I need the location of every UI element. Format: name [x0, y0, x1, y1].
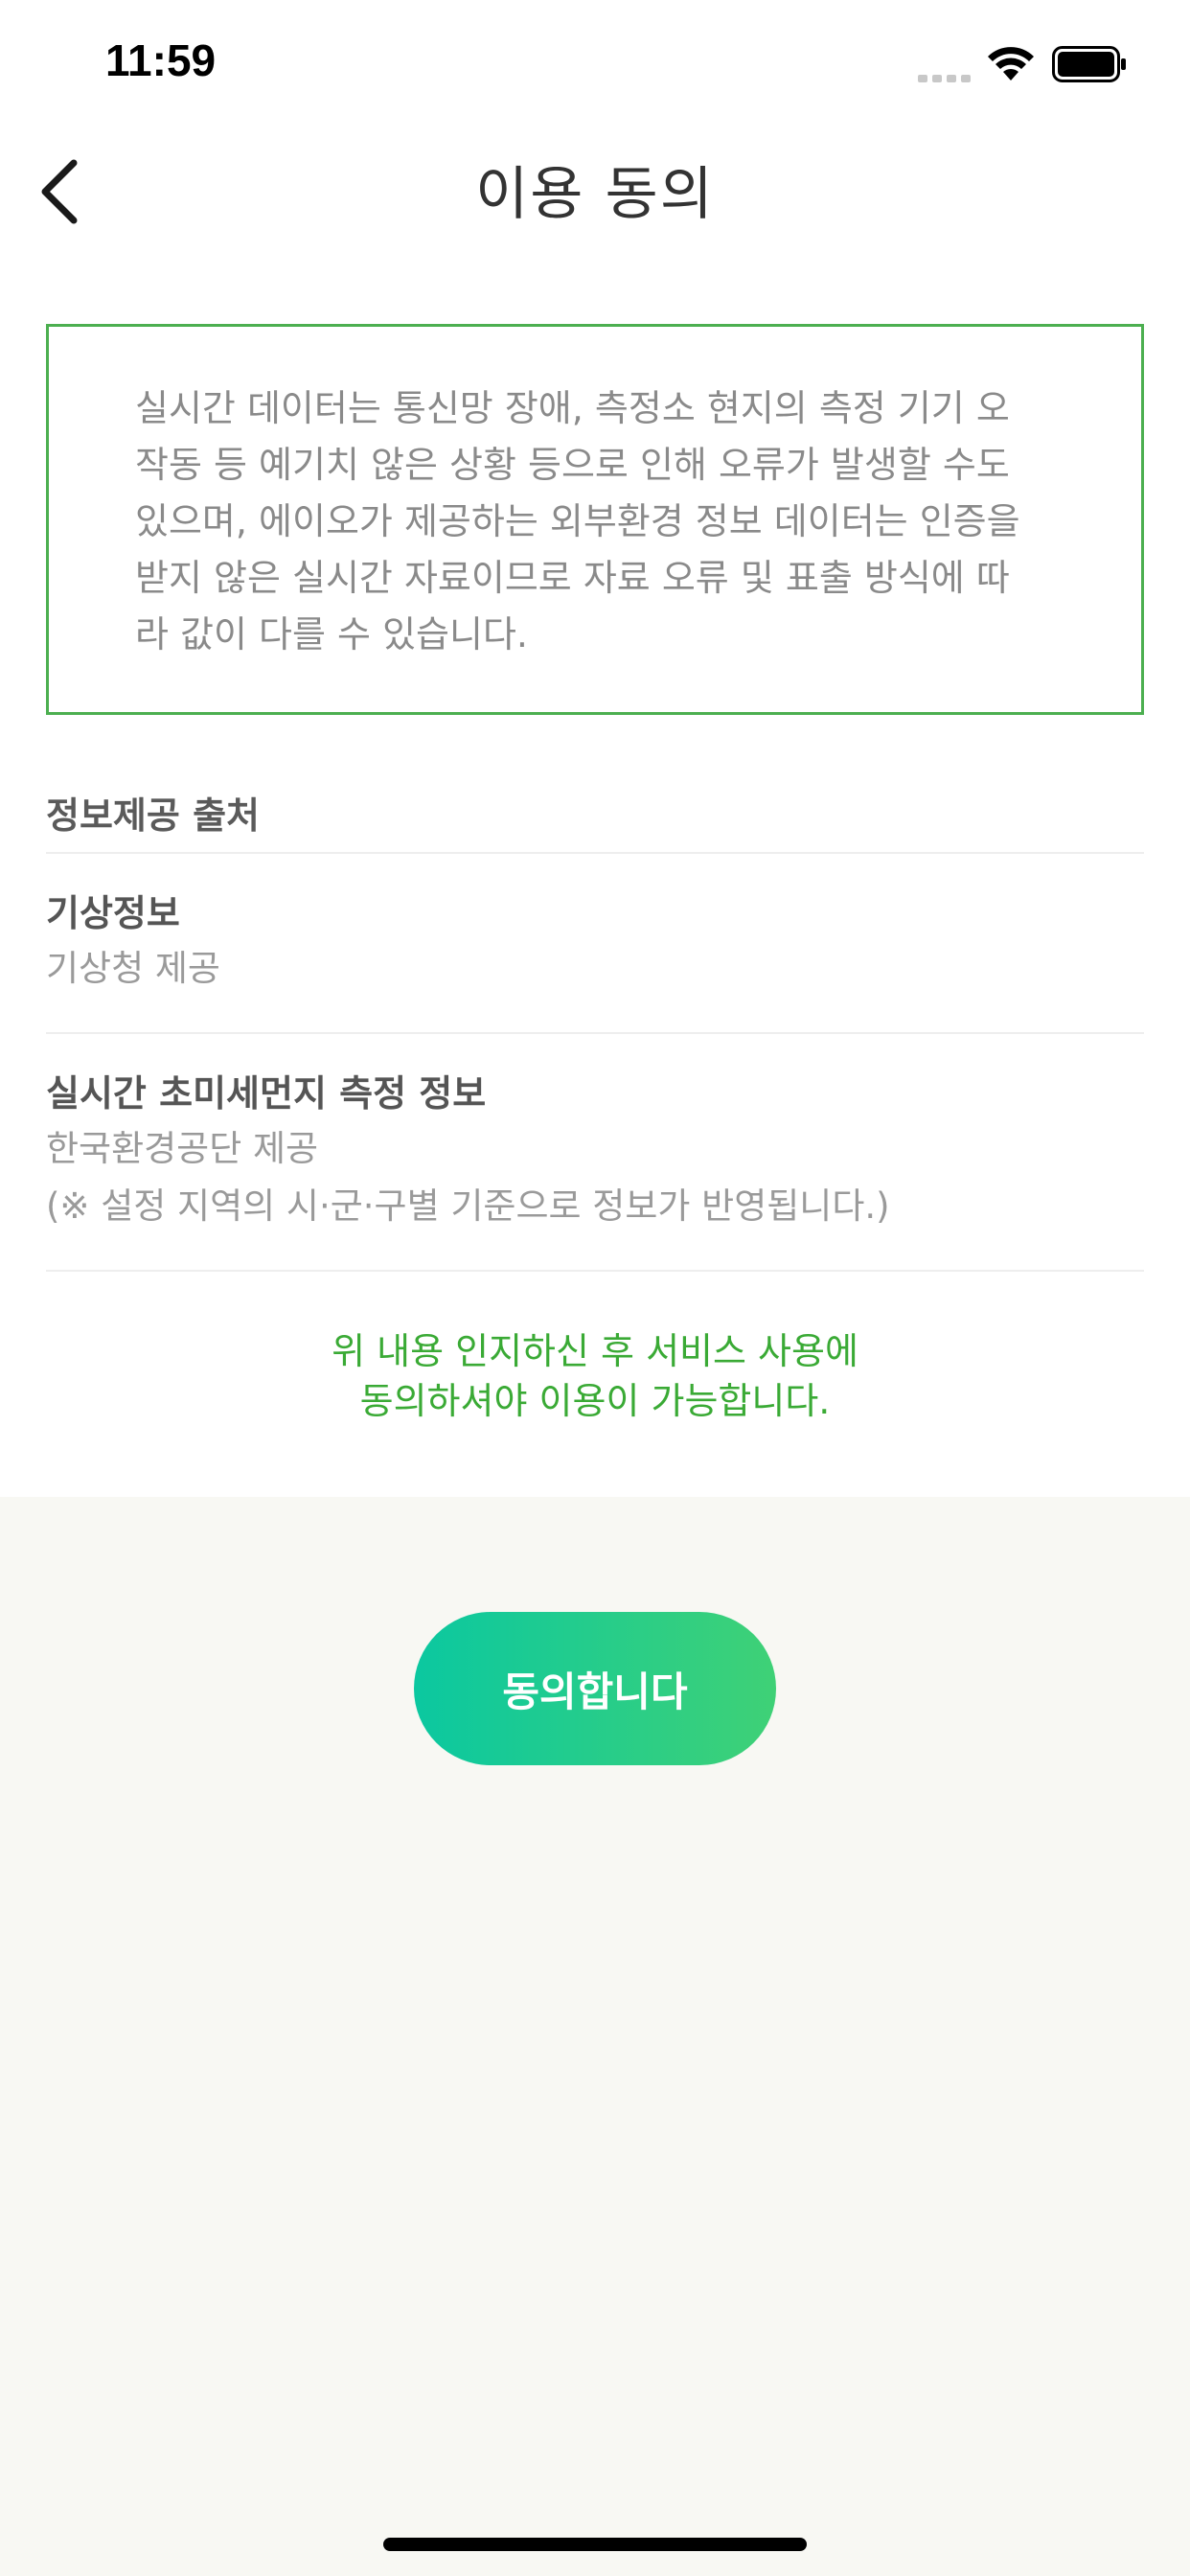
source-note: (※ 설정 지역의 시·군·구별 기준으로 정보가 반영됩니다.) [46, 1185, 890, 1227]
consent-message: 위 내용 인지하신 후 서비스 사용에 동의하셔야 이용이 가능합니다. [0, 1326, 1190, 1426]
source-title: 실시간 초미세먼지 측정 정보 [46, 1072, 487, 1115]
consent-line: 동의하셔야 이용이 가능합니다. [359, 1380, 831, 1422]
source-item-weather: 기상정보 기상청 제공 [46, 854, 1144, 1034]
consent-line: 위 내용 인지하신 후 서비스 사용에 [332, 1330, 858, 1372]
notice-line: 라 값이 다를 수 있습니다. [135, 613, 528, 656]
notice-line: 받지 않은 실시간 자료이므로 자료 오류 및 표출 방식에 따 [135, 557, 1010, 599]
navigation-bar: 이용 동의 [0, 126, 1190, 251]
notice-line: 작동 등 예기치 않은 상황 등으로 인해 오류가 발생할 수도 [135, 444, 1010, 486]
notice-line: 있으며, 에이오가 제공하는 외부환경 정보 데이터는 인증을 [135, 500, 1020, 542]
notice-text: 실시간 데이터는 통신망 장애, 측정소 현지의 측정 기기 오 작동 등 예기… [135, 380, 1055, 663]
bottom-panel: 동의합니다 [0, 1497, 1190, 2576]
status-time: 11:59 [105, 35, 217, 85]
page-title: 이용 동의 [475, 161, 715, 228]
battery-icon [1052, 46, 1126, 82]
notice-box: 실시간 데이터는 통신망 장애, 측정소 현지의 측정 기기 오 작동 등 예기… [46, 324, 1144, 715]
status-bar: 11:59 [0, 0, 1190, 126]
source-item-fine-dust: 실시간 초미세먼지 측정 정보 한국환경공단 제공 (※ 설정 지역의 시·군·… [46, 1034, 1144, 1272]
agree-button[interactable]: 동의합니다 [414, 1612, 776, 1765]
wifi-icon [988, 47, 1034, 80]
source-provider: 한국환경공단 제공 [46, 1128, 319, 1169]
signal-dots-icon [918, 75, 971, 82]
info-sources-section: 정보제공 출처 기상정보 기상청 제공 실시간 초미세먼지 측정 정보 한국환경… [46, 786, 1144, 1272]
sources-heading: 정보제공 출처 [46, 786, 1144, 854]
source-provider: 기상청 제공 [46, 948, 220, 989]
notice-line: 실시간 데이터는 통신망 장애, 측정소 현지의 측정 기기 오 [135, 387, 1010, 429]
home-indicator[interactable] [383, 2538, 807, 2551]
source-title: 기상정보 [46, 892, 180, 934]
